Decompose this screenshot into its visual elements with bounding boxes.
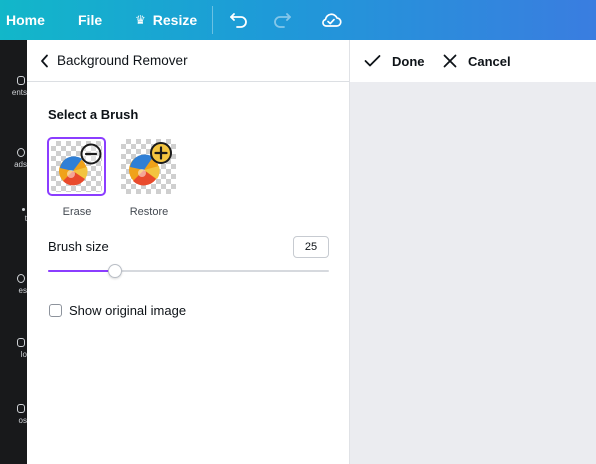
done-label: Done: [392, 53, 425, 69]
sidebar-item-label: ents: [11, 88, 27, 97]
cancel-button[interactable]: Cancel: [443, 40, 511, 82]
section-heading: Select a Brush: [48, 107, 139, 122]
chevron-left-icon: [41, 54, 48, 68]
restore-brush-preview: [121, 139, 176, 194]
file-menu-button[interactable]: File: [78, 0, 102, 40]
show-original-label: Show original image: [69, 303, 187, 318]
uploads-icon: [17, 148, 25, 157]
sidebar-item-text[interactable]: t: [0, 208, 27, 224]
background-remover-panel: Background Remover Select a Brush Erase …: [27, 40, 350, 464]
cloud-saved-icon: [322, 13, 342, 27]
restore-brush-button[interactable]: [119, 137, 178, 196]
sidebar-item-uploads[interactable]: ads: [0, 148, 27, 170]
left-sidebar: ents ads t es lo os: [0, 40, 27, 464]
brush-size-slider[interactable]: [48, 264, 329, 278]
plus-icon: [150, 142, 172, 164]
toolbar-divider: [212, 6, 213, 34]
design-canvas-area[interactable]: [350, 82, 596, 464]
panel-back-button[interactable]: Background Remover: [27, 40, 349, 82]
sidebar-item-audio[interactable]: lo: [0, 338, 27, 360]
undo-icon: [230, 13, 247, 28]
brush-size-label: Brush size: [48, 239, 109, 254]
close-icon: [443, 54, 457, 68]
elements-icon: [17, 76, 25, 85]
undo-button[interactable]: [229, 0, 249, 40]
cloud-save-button[interactable]: [320, 0, 342, 40]
sidebar-item-styles[interactable]: es: [0, 274, 27, 296]
slider-fill: [48, 270, 116, 272]
text-icon: [22, 208, 25, 211]
sidebar-item-label: es: [18, 286, 27, 295]
done-button[interactable]: Done: [364, 40, 425, 82]
brush-size-input[interactable]: 25: [293, 236, 329, 258]
sidebar-item-label: ads: [14, 160, 27, 169]
erase-brush-preview: [51, 141, 102, 192]
minus-icon: [80, 143, 102, 165]
show-original-checkbox[interactable]: [49, 304, 62, 317]
redo-button[interactable]: [272, 0, 292, 40]
checkmark-icon: [364, 55, 381, 67]
erase-brush-label: Erase: [62, 206, 92, 218]
erase-brush-button[interactable]: [47, 137, 106, 196]
resize-label: Resize: [152, 12, 198, 28]
sidebar-item-label: os: [18, 416, 27, 425]
action-bar: Done Cancel: [350, 40, 596, 82]
cancel-label: Cancel: [468, 53, 511, 69]
restore-brush-label: Restore: [129, 206, 169, 218]
resize-button[interactable]: ♛ Resize: [135, 0, 197, 40]
redo-icon: [274, 13, 291, 28]
file-label: File: [78, 12, 103, 28]
audio-icon: [17, 338, 25, 347]
slider-thumb[interactable]: [108, 264, 123, 278]
sidebar-item-elements[interactable]: ents: [0, 76, 27, 98]
videos-icon: [17, 404, 25, 413]
sidebar-item-videos[interactable]: os: [0, 404, 27, 426]
home-button[interactable]: Home: [6, 0, 45, 40]
crown-icon: ♛: [135, 13, 146, 27]
home-label: Home: [6, 12, 45, 28]
top-toolbar: Home File ♛ Resize: [0, 0, 596, 40]
panel-title: Background Remover: [57, 53, 188, 68]
styles-icon: [17, 274, 25, 283]
